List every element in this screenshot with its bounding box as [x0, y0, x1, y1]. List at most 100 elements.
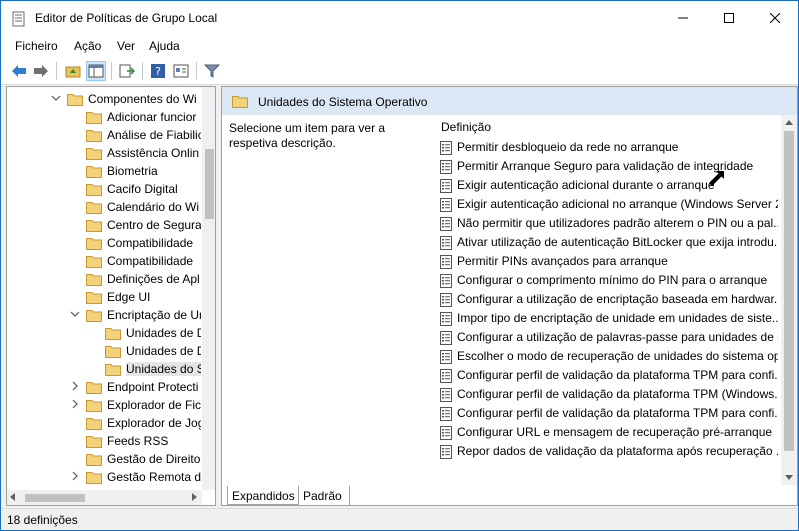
- title-bar[interactable]: Editor de Políticas de Grupo Local: [1, 1, 798, 35]
- back-button[interactable]: [9, 61, 29, 81]
- policy-row[interactable]: Configurar a utilização de palavras-pass…: [438, 328, 778, 347]
- policy-row[interactable]: Configurar URL e mensagem de recuperação…: [438, 423, 778, 442]
- policy-row[interactable]: Configurar perfil de validação da plataf…: [438, 385, 778, 404]
- policy-row[interactable]: Permitir Arranque Seguro para validação …: [438, 157, 778, 176]
- policy-row[interactable]: Repor dados de validação da plataforma a…: [438, 442, 778, 461]
- policy-setting-icon: [440, 312, 452, 326]
- policy-row[interactable]: Configurar perfil de validação da plataf…: [438, 404, 778, 423]
- policy-row[interactable]: Impor tipo de encriptação de unidade em …: [438, 309, 778, 328]
- svg-text:?: ?: [155, 65, 161, 78]
- tree-item[interactable]: Edge UI: [7, 288, 201, 306]
- export-list-icon: [119, 64, 135, 78]
- tree-item[interactable]: Adicionar funcior: [7, 108, 201, 126]
- policy-setting-icon: [440, 217, 452, 231]
- tree-item[interactable]: Definições de Apl: [7, 270, 201, 288]
- scroll-left-icon[interactable]: [10, 493, 15, 501]
- tree-item[interactable]: Explorador de Fic: [7, 396, 201, 414]
- help-button[interactable]: ?: [148, 61, 168, 81]
- tree-item[interactable]: Unidades de D: [7, 324, 201, 342]
- chevron-right-icon[interactable]: [70, 399, 80, 409]
- tab-standard[interactable]: Padrão: [300, 486, 350, 505]
- forward-icon: [34, 65, 48, 77]
- status-text: 18 definições: [7, 513, 78, 527]
- menu-view[interactable]: Ver: [117, 39, 135, 53]
- policy-setting-icon: [440, 160, 452, 174]
- scroll-down-icon[interactable]: [785, 475, 793, 480]
- policy-setting-icon: [440, 407, 452, 421]
- mouse-pointer-icon: [709, 171, 724, 186]
- tree-horizontal-scrollbar[interactable]: [7, 490, 202, 505]
- scroll-up-icon[interactable]: [785, 120, 793, 125]
- chevron-right-icon[interactable]: [70, 381, 80, 391]
- up-folder-button[interactable]: [63, 61, 83, 81]
- tree-item[interactable]: Calendário do Wi: [7, 198, 201, 216]
- tab-expanded[interactable]: Expandidos: [227, 486, 299, 505]
- folder-icon: [86, 292, 102, 304]
- tree-item[interactable]: Compatibilidade: [7, 252, 201, 270]
- filter-button[interactable]: [202, 61, 222, 81]
- policy-row[interactable]: Permitir PINs avançados para arranque: [438, 252, 778, 271]
- policy-setting-icon: [440, 369, 452, 383]
- tree-item[interactable]: Encriptação de Ur: [7, 306, 201, 324]
- folder-icon: [232, 94, 248, 108]
- tree-item[interactable]: Componentes do Wi: [7, 90, 201, 108]
- scroll-thumb[interactable]: [25, 494, 85, 502]
- tree-item-label: Centro de Segura: [107, 218, 201, 232]
- policy-setting-icon: [440, 255, 452, 269]
- tree-item[interactable]: Centro de Segura: [7, 216, 201, 234]
- view-tabs: Expandidos Padrão: [221, 486, 798, 506]
- chevron-right-icon[interactable]: [70, 471, 80, 481]
- folder-icon: [105, 364, 121, 376]
- policy-row[interactable]: Exigir autenticação adicional no arranqu…: [438, 195, 778, 214]
- tree-item[interactable]: Unidades do S: [7, 360, 201, 378]
- filter-icon: [204, 64, 220, 78]
- tree-item[interactable]: Gestão de Direitos: [7, 450, 201, 468]
- policy-row[interactable]: Configurar o comprimento mínimo do PIN p…: [438, 271, 778, 290]
- tree-item[interactable]: Explorador de Jog: [7, 414, 201, 432]
- policy-row[interactable]: Configurar perfil de validação da plataf…: [438, 366, 778, 385]
- policy-name: Impor tipo de encriptação de unidade em …: [457, 311, 778, 325]
- tree-item-label: Encriptação de Ur: [107, 308, 201, 322]
- tree-item-label: Feeds RSS: [107, 434, 169, 448]
- tree-item[interactable]: Compatibilidade: [7, 234, 201, 252]
- column-header-setting[interactable]: Definição: [441, 120, 491, 134]
- tree-item[interactable]: Análise de Fiabilic: [7, 126, 201, 144]
- list-vertical-scrollbar[interactable]: [781, 115, 797, 485]
- scroll-right-icon[interactable]: [192, 493, 197, 501]
- forward-button[interactable]: [31, 61, 51, 81]
- tree-item[interactable]: Endpoint Protecti: [7, 378, 201, 396]
- tree-item[interactable]: Feeds RSS: [7, 432, 201, 450]
- tree-item[interactable]: Assistência Onlin: [7, 144, 201, 162]
- tree-item[interactable]: Gestão Remota d: [7, 468, 201, 486]
- show-hide-tree-button[interactable]: [86, 61, 106, 81]
- menu-help[interactable]: Ajuda: [149, 39, 180, 53]
- menu-file[interactable]: Ficheiro: [15, 39, 58, 53]
- chevron-down-icon[interactable]: [51, 93, 61, 103]
- scroll-thumb[interactable]: [784, 131, 794, 451]
- tree-vertical-scrollbar[interactable]: [202, 87, 215, 490]
- tree-item[interactable]: Biometria: [7, 162, 201, 180]
- properties-view-button[interactable]: [171, 61, 191, 81]
- policy-row[interactable]: Permitir desbloqueio da rede no arranque: [438, 138, 778, 157]
- export-list-button[interactable]: [117, 61, 137, 81]
- policy-name: Configurar perfil de validação da plataf…: [457, 387, 778, 401]
- policy-row[interactable]: Ativar utilização de autenticação BitLoc…: [438, 233, 778, 252]
- tree-item-label: Endpoint Protecti: [107, 380, 199, 394]
- folder-icon: [86, 112, 102, 124]
- chevron-down-icon[interactable]: [70, 309, 80, 319]
- pane-title: Unidades do Sistema Operativo: [258, 95, 428, 109]
- close-button[interactable]: [752, 1, 798, 35]
- tree-pane[interactable]: Componentes do Wi Adicionar funcior Anális…: [6, 86, 216, 506]
- scroll-thumb[interactable]: [205, 149, 214, 219]
- minimize-button[interactable]: [660, 1, 706, 35]
- maximize-button[interactable]: [706, 1, 752, 35]
- policy-row[interactable]: Exigir autenticação adicional durante o …: [438, 176, 778, 195]
- tree-item[interactable]: Unidades de D: [7, 342, 201, 360]
- policy-row[interactable]: Escolher o modo de recuperação de unidad…: [438, 347, 778, 366]
- menu-action[interactable]: Ação: [74, 39, 101, 53]
- policy-row[interactable]: Configurar a utilização de encriptação b…: [438, 290, 778, 309]
- tree-item-label: Calendário do Wi: [107, 200, 200, 214]
- tree-item[interactable]: Cacifo Digital: [7, 180, 201, 198]
- policy-row[interactable]: Não permitir que utilizadores padrão alt…: [438, 214, 778, 233]
- folder-icon: [86, 382, 102, 394]
